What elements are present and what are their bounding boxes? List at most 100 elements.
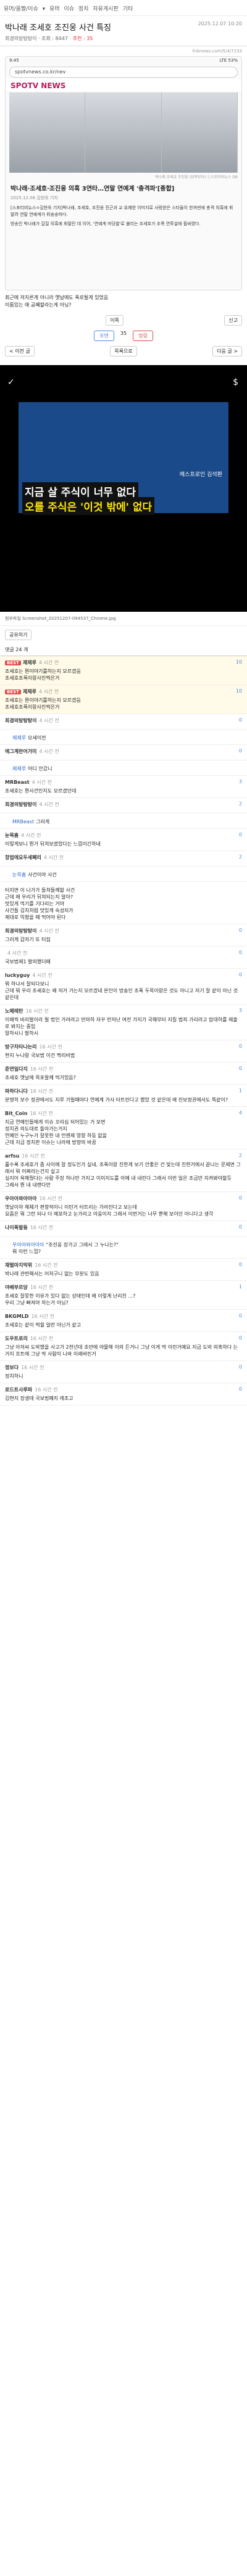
comment-time: 16 시간 전 [21, 1365, 44, 1370]
comment-time: 4 시간 전 [39, 689, 59, 694]
comment-author[interactable]: 재벌마지막위 [5, 1262, 32, 1268]
report-button[interactable]: 신고 [224, 315, 242, 326]
reply-target[interactable]: 제제루 [12, 735, 26, 741]
comment-item: 야배부르당 16 시간 전 1 조세호 잘못한 이유가 있다 없는 상태인데 왜 이렇… [0, 1281, 247, 1310]
comment-author[interactable]: 정보다 [5, 1365, 19, 1370]
comment-like-count[interactable]: 0 [239, 928, 242, 934]
downvote-button[interactable]: 정링 [133, 331, 153, 341]
comment-author[interactable]: BKGMLD [5, 1314, 29, 1319]
comment-like-count[interactable]: 4 [239, 1110, 242, 1117]
comment-author[interactable]: 준연일다지 [5, 1066, 28, 1072]
comment-like-count[interactable]: 0 [239, 1335, 242, 1342]
comment-time: 16 시간 전 [30, 1225, 54, 1230]
comment-like-count[interactable]: 1 [239, 1284, 242, 1291]
comment-like-count[interactable]: 0 [239, 1224, 242, 1231]
comment-time: 16 시간 전 [30, 1066, 54, 1072]
comment-author[interactable]: luckyguy [5, 973, 30, 978]
comment-text: 홀수록 조세호가 좀 사이에 잘 정도인가 싶네, 조폭이랑 친한게 보기 안좋… [5, 1162, 241, 1188]
breadcrumb-item[interactable]: 유머/움짤/이슈 [4, 6, 38, 12]
comment-author[interactable]: 방구차타나는리 [5, 1044, 37, 1050]
comment-like-count[interactable]: 0 [239, 717, 242, 724]
comment-like-count[interactable]: 2 [239, 854, 242, 861]
comment-author[interactable]: 파하다니다 [5, 1088, 28, 1094]
comment-text: 박나래 관련해서는 어처구니 없는 부분도 있음 [5, 1271, 99, 1277]
attachment[interactable]: 첨부파일 Screenshot_20251207-094537_Chrome.j… [0, 612, 247, 626]
comment-item: 최경의탕탕탕이 4 시간 전 0 그러게 갑자기 또 터짐 [0, 924, 247, 947]
breadcrumb-item[interactable]: 이슈 [64, 6, 74, 12]
comment-text: MRBeast 그러게 [12, 819, 50, 825]
comment-item: 에그계란어가미 4 시간 전 0 [0, 745, 247, 760]
breadcrumb-item[interactable]: 기타 [123, 6, 133, 12]
next-post-button[interactable]: 다음 글 > [212, 346, 242, 356]
comment-like-count[interactable]: 3 [239, 779, 242, 786]
video-ad[interactable]: ✓ $ 메스프로인 김석환 지금 살 주식이 너무 없다 오를 주식은 '이것 … [0, 365, 247, 612]
comment-author[interactable]: 최경의탕탕탕이 [5, 928, 37, 934]
breadcrumb-item[interactable]: 유머 [49, 6, 60, 12]
comment-like-count[interactable]: 2 [239, 1153, 242, 1159]
image-source: fnbnews.com/5/4/7233 [192, 49, 242, 54]
comment-author[interactable]: 나이폭발동 [5, 1225, 28, 1230]
comment-author[interactable]: arfsu [5, 1153, 19, 1159]
post-date: 2025.12.07 10:20 [198, 21, 242, 27]
post-author[interactable]: 최경의탕탕탕이 [5, 36, 37, 41]
share-button[interactable]: 공유하기 [5, 630, 32, 640]
comment-like-count[interactable]: 0 [239, 972, 242, 979]
comment-text: 조세호는 뭔사건인지도 모르겠던데 [5, 788, 77, 794]
comment-author[interactable]: 에그계란어가미 [5, 749, 37, 754]
comment-author[interactable]: 우아아와아아아 [5, 1196, 37, 1201]
comment-like-count[interactable]: 0 [239, 1386, 242, 1393]
comment-author[interactable]: Bit_Coin [5, 1111, 27, 1116]
reply-target[interactable]: 제제루 [12, 766, 26, 772]
comment-like-count[interactable]: 0 [239, 1195, 242, 1202]
comment-author[interactable]: BEST 제제루 [5, 689, 36, 694]
comment-author[interactable]: 눈목홈 [5, 833, 19, 838]
reply-item: MRBeast 그러게 [0, 813, 247, 829]
comment-author[interactable]: 야배부르당 [5, 1285, 28, 1290]
url-bar: spotvnews.co.kr/nev [9, 67, 238, 78]
comment-author[interactable]: 창업에요두세폐리 [5, 855, 41, 860]
comment-like-count[interactable]: 0 [239, 950, 242, 957]
comment-author[interactable]: 최경의탕탕탕이 [5, 802, 37, 807]
comment-text: 눈목홈 사건이야 사건 [12, 872, 57, 878]
reply-target[interactable]: MRBeast [12, 819, 34, 825]
list-button[interactable]: 목록으로 [110, 346, 137, 356]
comment-like-count[interactable]: 0 [239, 1364, 242, 1371]
comment-author[interactable]: MRBeast [5, 780, 30, 785]
comment-author[interactable]: 로드트사루파 [5, 1387, 32, 1393]
comment-text: 분명히 보수 정권에서도 지루 가릴때마다 연예계 가사 터트린다고 했었 것 … [5, 1097, 228, 1103]
comment-like-count[interactable]: 0 [239, 1043, 242, 1050]
comment-like-count[interactable]: 1 [239, 1088, 242, 1095]
comment-time: 16 시간 전 [35, 1262, 58, 1268]
comment-like-count[interactable]: 0 [239, 832, 242, 839]
breadcrumb-item[interactable]: 정치 [78, 6, 89, 12]
prev-post-button[interactable]: < 이전 글 [5, 346, 35, 356]
comment-like-count[interactable]: 0 [239, 748, 242, 755]
chevron-down-icon[interactable]: ▾ [43, 6, 46, 12]
copy-button[interactable]: 이쪽 [106, 315, 124, 326]
video-tag: 메스프로인 김석환 [179, 472, 222, 478]
article-screenshot[interactable]: 9:45 LTE 53% spotvnews.co.kr/nev SPOTV NE… [5, 56, 242, 290]
upvote-button[interactable]: 포텐 [94, 331, 114, 341]
post-title: 박나래 조세호 조진웅 사건 특징 [5, 23, 112, 33]
comment-like-count[interactable]: 10 [236, 659, 242, 666]
check-icon: ✓ [7, 377, 15, 387]
comment-like-count[interactable]: 0 [239, 1262, 242, 1269]
comment-author[interactable]: 최경의탕탕탕이 [5, 718, 37, 723]
comment-like-count[interactable]: 2 [239, 801, 242, 808]
comment-like-count[interactable]: 0 [239, 1313, 242, 1320]
comment-text: 지금 연예인들에게 이슈 꼬리심 되어있는 거 보면 정치권 의도대로 돌아가는… [5, 1119, 107, 1145]
comment-like-count[interactable]: 0 [239, 1066, 242, 1072]
dollar-icon: $ [233, 377, 238, 387]
comment-author[interactable]: 도우트로리 [5, 1336, 28, 1341]
comment-author[interactable]: BEST 제제루 [5, 660, 36, 665]
comment-like-count[interactable]: 3 [239, 1008, 242, 1014]
breadcrumb-item[interactable]: 자유게시판 [93, 6, 118, 12]
comment-author[interactable]: 노메레탄 [5, 1008, 23, 1014]
downvote-label: 정링 [138, 333, 148, 339]
comment-like-count[interactable]: 10 [236, 688, 242, 695]
comment-item: 우아아와아아아 16 시간 전 0 옛날이야 해체가 편향적이니 이런거 터트리는 가… [0, 1192, 247, 1221]
reply-target[interactable]: 눈목홈 [12, 872, 26, 878]
comment-item: 터지면 이 나가가 들쳐들께할 사건 근데 왜 우리가 뒤쳐되는지 알아? 맛있… [0, 882, 247, 924]
comment-item: 노메레탄 16 시간 전 3 이왜씩 비리발이라 될 법인 가려려고 만마하 자꾸 먼… [0, 1005, 247, 1040]
reply-target[interactable]: 우아아와아아아 [12, 1242, 44, 1248]
